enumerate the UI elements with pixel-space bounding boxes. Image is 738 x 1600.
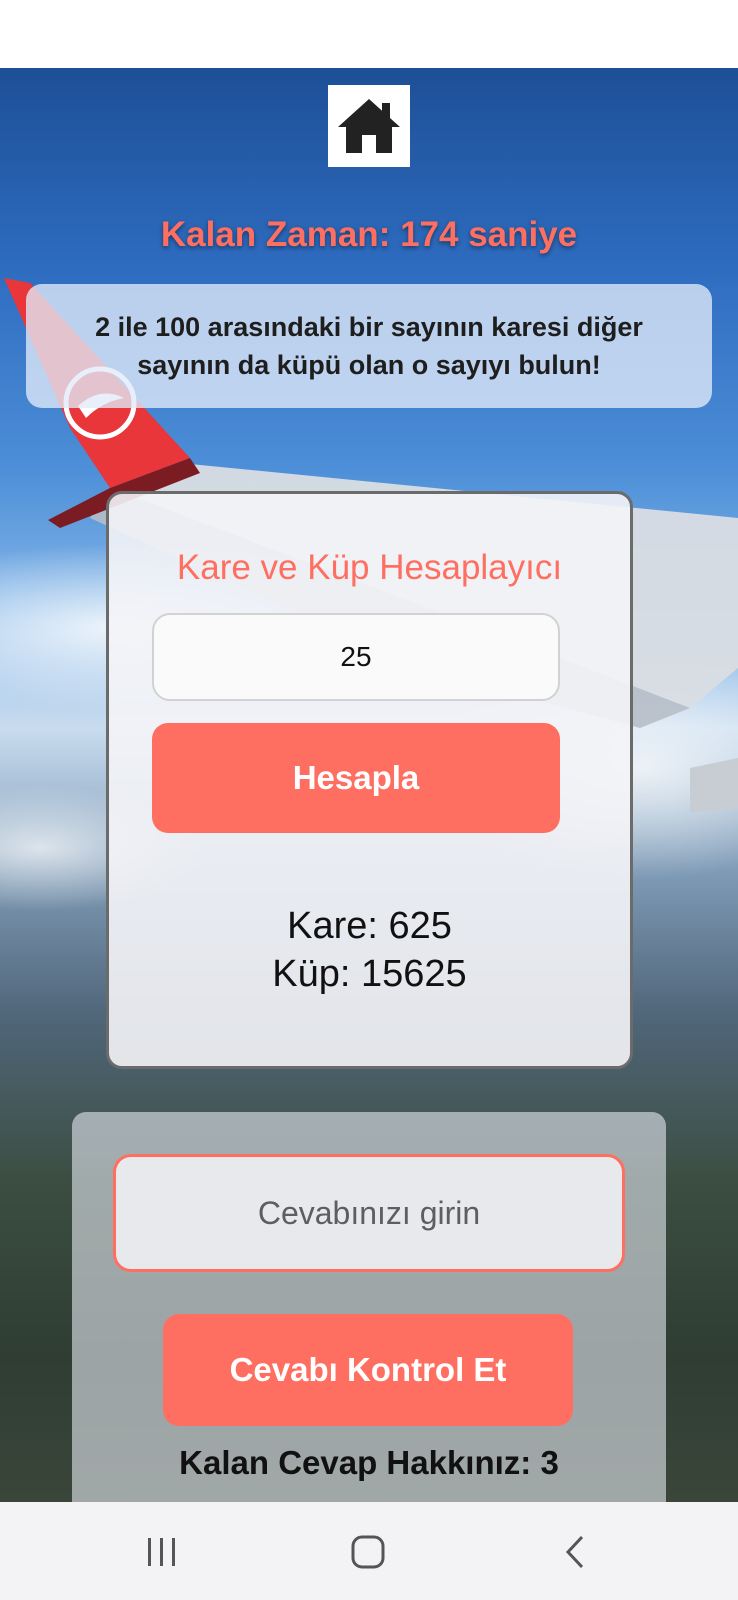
status-bar <box>0 0 738 68</box>
back-icon <box>565 1535 584 1569</box>
back-button[interactable] <box>545 1526 605 1578</box>
answer-input[interactable] <box>113 1154 625 1272</box>
recents-icon <box>148 1538 175 1566</box>
square-result: Kare: 625 <box>287 905 452 947</box>
home-nav-icon <box>351 1535 385 1569</box>
question-text: 2 ile 100 arasındaki bir sayının karesi … <box>95 312 643 380</box>
system-navigation-bar <box>0 1502 738 1600</box>
home-nav-button[interactable] <box>338 1526 398 1578</box>
check-answer-button[interactable]: Cevabı Kontrol Et <box>163 1314 573 1426</box>
cube-result: Küp: 15625 <box>272 953 467 995</box>
question-panel: 2 ile 100 arasındaki bir sayının karesi … <box>26 284 712 408</box>
home-icon <box>338 99 400 153</box>
answer-card: Cevabı Kontrol Et Kalan Cevap Hakkınız: … <box>72 1112 666 1512</box>
calculator-title: Kare ve Küp Hesaplayıcı <box>176 548 563 587</box>
home-button[interactable] <box>328 85 410 167</box>
recents-button[interactable] <box>132 1526 192 1578</box>
number-input[interactable] <box>152 613 560 701</box>
remaining-time-label: Kalan Zaman: 174 saniye <box>160 215 578 254</box>
calculator-card: Kare ve Küp Hesaplayıcı Hesapla Kare: 62… <box>106 491 633 1069</box>
remaining-attempts-label: Kalan Cevap Hakkınız: 3 <box>179 1444 559 1481</box>
calculate-button[interactable]: Hesapla <box>152 723 560 833</box>
